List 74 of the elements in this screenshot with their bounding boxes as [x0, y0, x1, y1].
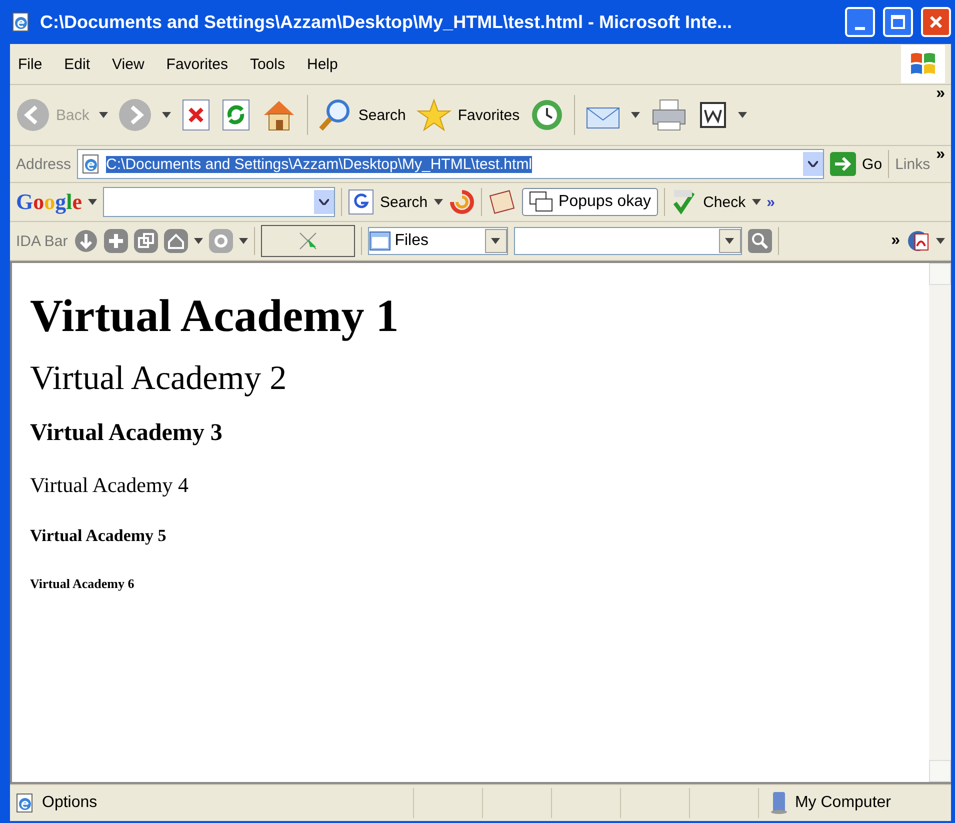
maximize-button[interactable]	[883, 7, 913, 37]
picker-button[interactable]	[260, 225, 355, 257]
heading: Virtual Academy 4	[30, 473, 190, 498]
windows-icon	[528, 191, 553, 213]
menu-item[interactable]: View	[112, 56, 144, 72]
history-clock-icon[interactable]	[530, 98, 564, 132]
minimize-icon	[855, 26, 865, 30]
stop-icon[interactable]	[181, 99, 212, 131]
address-value: C:\Documents and Settings\Azzam\Desktop\My_HTML\test.html	[106, 156, 532, 172]
links-button[interactable]: Links	[895, 156, 930, 172]
caret-icon[interactable]	[434, 199, 443, 205]
window-icon	[368, 231, 391, 251]
caret-icon[interactable]	[162, 112, 172, 118]
minimize-button[interactable]	[845, 7, 875, 37]
security-zone: My Computer	[794, 794, 891, 812]
windows-flag-icon	[901, 45, 945, 83]
window-title: C:\Documents and Settings\Azzam\Desktop\My_HTML\test.html - Microsoft Inte...	[40, 12, 734, 32]
menu-item[interactable]: File	[18, 56, 42, 72]
menu-item[interactable]: Help	[307, 56, 338, 72]
refresh-icon[interactable]	[221, 99, 252, 131]
dropdown-button[interactable]	[803, 152, 824, 176]
search-icon[interactable]	[748, 229, 772, 253]
favorites-button[interactable]: Favorites	[416, 98, 520, 132]
caret-icon[interactable]	[725, 238, 734, 244]
go-button[interactable]: Go	[830, 152, 882, 176]
heading: Virtual Academy 2	[30, 360, 288, 398]
search-icon	[318, 98, 352, 132]
caret-icon[interactable]	[194, 238, 203, 244]
caret-icon[interactable]	[238, 238, 248, 244]
menu-item[interactable]: Edit	[64, 56, 90, 72]
google-logo[interactable]: Google	[16, 189, 82, 215]
caret-icon[interactable]	[88, 199, 98, 205]
address-label: Address	[16, 156, 72, 172]
ida-bar-label: IDA Bar	[16, 232, 68, 250]
printer-icon[interactable]	[650, 98, 688, 132]
vertical-scrollbar[interactable]	[929, 263, 951, 782]
caret-icon[interactable]	[630, 112, 640, 118]
close-button[interactable]	[921, 7, 951, 37]
checkmark-icon	[671, 189, 698, 215]
ida-chevron[interactable]: »	[891, 232, 900, 250]
plus-icon[interactable]	[104, 229, 128, 253]
caret-icon[interactable]	[752, 199, 761, 205]
address-field[interactable]: C:\Documents and Settings\Azzam\Desktop\My_HTML\test.html	[77, 149, 824, 179]
copy-icon[interactable]	[134, 229, 158, 253]
caret-icon[interactable]	[738, 112, 747, 118]
heading: Virtual Academy 3	[30, 420, 224, 447]
files-dropdown[interactable]: Files	[368, 227, 508, 255]
google-search-field[interactable]	[103, 187, 336, 217]
star-icon	[416, 98, 452, 132]
google-search-icon	[348, 189, 374, 215]
maximize-icon	[891, 15, 905, 29]
word-document-icon[interactable]	[698, 100, 728, 130]
google-chevron[interactable]: »	[766, 194, 775, 210]
menu-item[interactable]: Favorites	[166, 56, 228, 72]
caret-icon[interactable]	[99, 112, 108, 118]
ida-search-field[interactable]	[514, 227, 742, 255]
caret-icon[interactable]	[491, 238, 500, 244]
heading: Virtual Academy 1	[30, 289, 400, 342]
spell-check-button[interactable]: Check	[671, 189, 746, 215]
popups-button[interactable]: Popups okay	[522, 188, 658, 216]
heading: Virtual Academy 5	[30, 526, 168, 546]
home-icon[interactable]	[164, 229, 188, 253]
close-icon	[929, 15, 943, 29]
computer-icon	[768, 791, 789, 815]
search-button[interactable]: Search	[318, 98, 406, 132]
pdf-icon[interactable]	[906, 229, 930, 253]
caret-icon[interactable]	[936, 238, 945, 244]
links-chevron[interactable]: »	[936, 146, 945, 164]
toolbar-chevron[interactable]: »	[936, 85, 945, 103]
status-text: Options	[42, 794, 98, 812]
menu-item[interactable]: Tools	[250, 56, 285, 72]
heading: Virtual Academy 6	[30, 576, 136, 592]
google-search-button[interactable]: Search	[348, 189, 428, 215]
spiral-icon[interactable]	[448, 189, 475, 215]
